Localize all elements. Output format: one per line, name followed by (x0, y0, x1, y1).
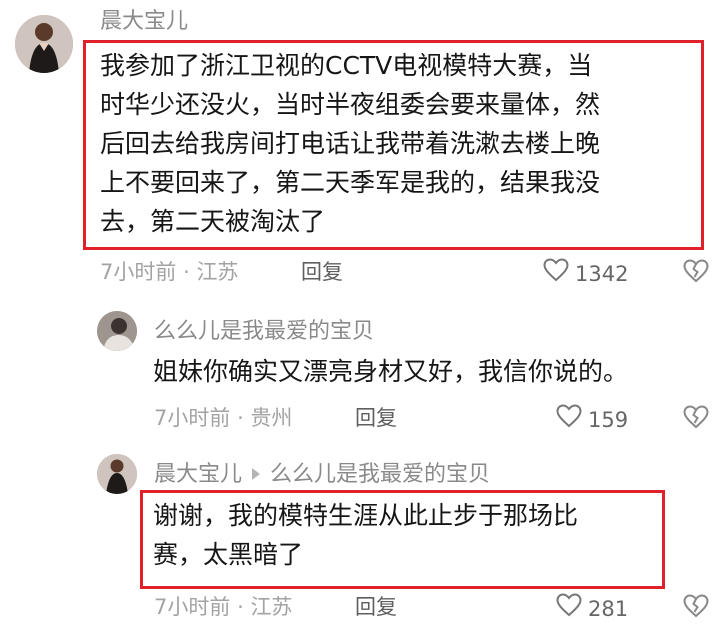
broken-heart-icon (683, 404, 709, 430)
comment-line: 去，第二天被淘汰了 (100, 207, 326, 236)
heart-outline-icon (556, 404, 582, 435)
location: 贵州 (250, 406, 293, 430)
like-count: 159 (588, 407, 629, 432)
reply-to-username[interactable]: 么么儿是我最爱的宝贝 (270, 462, 490, 487)
broken-heart-icon (683, 258, 709, 284)
avatar[interactable] (97, 311, 137, 351)
timestamp: 7小时前 (154, 595, 231, 619)
avatar[interactable] (15, 15, 73, 73)
avatar[interactable] (97, 454, 137, 494)
username[interactable]: 晨大宝儿 (100, 7, 188, 37)
username[interactable]: 么么儿是我最爱的宝贝 (154, 317, 374, 347)
comment-line: 我参加了浙江卫视的CCTV电视模特大赛，当 (100, 51, 593, 80)
comment-meta: 7小时前 · 贵州 (154, 404, 292, 432)
reply-thread-header: 晨大宝儿 么么儿是我最爱的宝贝 (154, 460, 490, 490)
triangle-right-icon (252, 468, 261, 480)
like-count: 281 (588, 596, 629, 621)
dislike-button[interactable] (683, 258, 709, 284)
username[interactable]: 晨大宝儿 (154, 462, 242, 487)
like-button[interactable]: 1342 (543, 258, 628, 289)
dislike-button[interactable] (683, 593, 709, 619)
comment-line: 后回去给我房间打电话让我带着洗漱去楼上晚 (100, 129, 601, 158)
meta-separator: · (237, 406, 244, 430)
reply-button[interactable]: 回复 (355, 404, 397, 432)
heart-outline-icon (556, 593, 582, 624)
comment-line: 赛，太黑暗了 (153, 540, 304, 569)
like-button[interactable]: 159 (556, 404, 628, 435)
location: 江苏 (250, 595, 293, 619)
heart-outline-icon (543, 258, 569, 289)
comment-meta: 7小时前 · 江苏 (154, 593, 292, 621)
reply-button[interactable]: 回复 (355, 593, 397, 621)
comment-meta: 7小时前 · 江苏 (100, 258, 238, 286)
comment-line: 时华少还没火，当时半夜组委会要来量体，然 (100, 90, 601, 119)
like-count: 1342 (575, 261, 629, 286)
comment-line: 上不要回来了，第二天季军是我的，结果我没 (100, 168, 601, 197)
broken-heart-icon (683, 593, 709, 619)
timestamp: 7小时前 (154, 406, 231, 430)
like-button[interactable]: 281 (556, 593, 628, 624)
dislike-button[interactable] (683, 404, 709, 430)
reply-button[interactable]: 回复 (301, 258, 343, 286)
meta-separator: · (183, 260, 190, 284)
location: 江苏 (196, 260, 239, 284)
comment-line: 谢谢，我的模特生涯从此止步于那场比 (153, 501, 579, 530)
comment-line: 姐妹你确实又漂亮身材又好，我信你说的。 (153, 357, 629, 386)
meta-separator: · (237, 595, 244, 619)
timestamp: 7小时前 (100, 260, 177, 284)
